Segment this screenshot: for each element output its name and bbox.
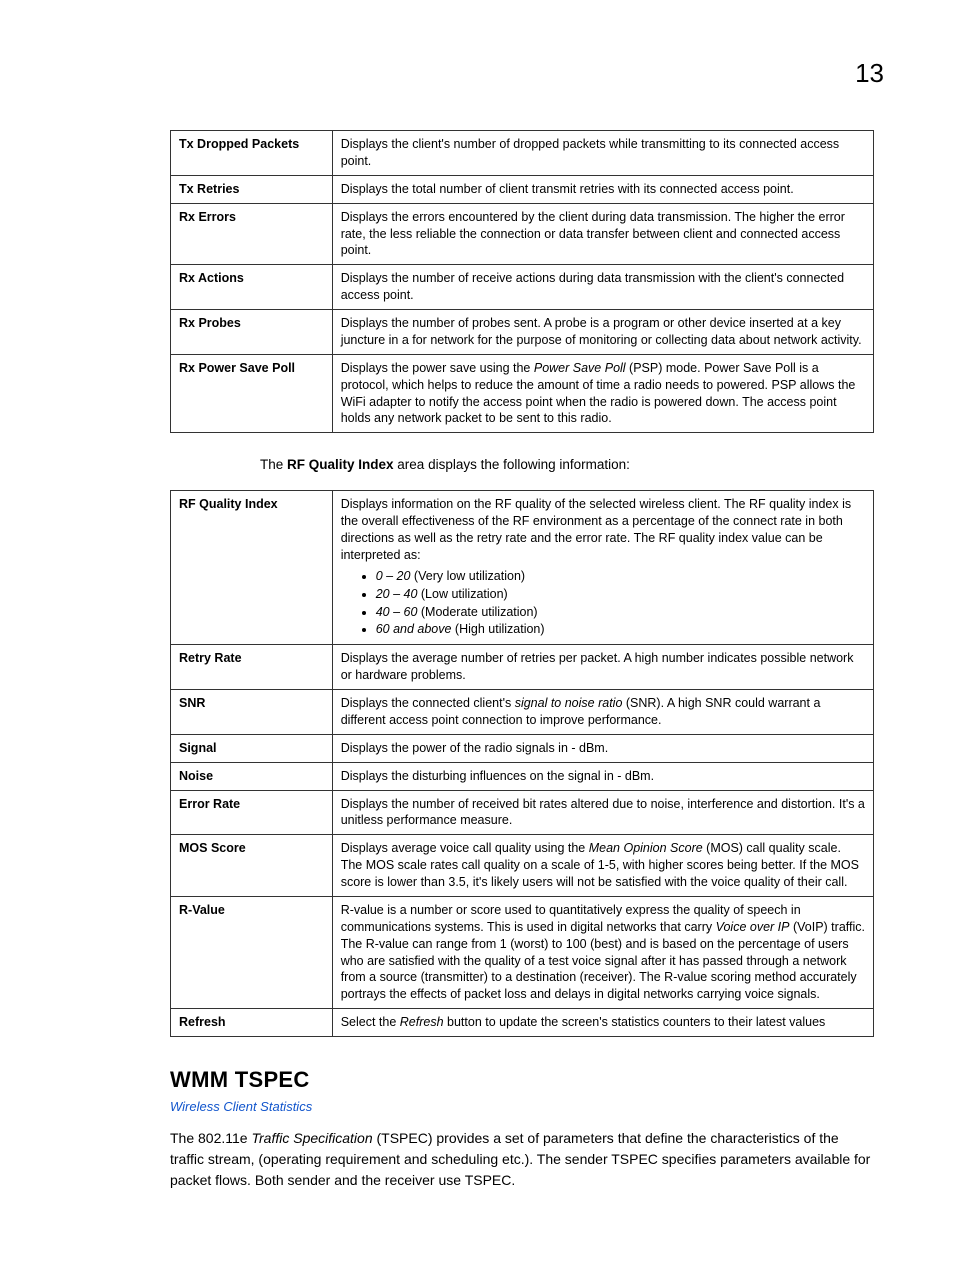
table-row: Error Rate Displays the number of receiv…: [171, 790, 874, 835]
list-item: 40 – 60 (Moderate utilization): [376, 604, 865, 621]
term-cell: Rx Power Save Poll: [171, 354, 333, 433]
term-cell: Rx Errors: [171, 203, 333, 265]
document-page: 13 Tx Dropped Packets Displays the clien…: [0, 0, 954, 1265]
desc-cell: Displays information on the RF quality o…: [332, 491, 873, 645]
table-row: Signal Displays the power of the radio s…: [171, 734, 874, 762]
table-row: Rx Power Save Poll Displays the power sa…: [171, 354, 874, 433]
label: (Moderate utilization): [417, 605, 537, 619]
table-row: Noise Displays the disturbing influences…: [171, 762, 874, 790]
label: (Low utilization): [417, 587, 507, 601]
range: 40 – 60: [376, 605, 418, 619]
table-row: SNR Displays the connected client's sign…: [171, 690, 874, 735]
intro-pre: The: [260, 457, 287, 472]
list-item: 0 – 20 (Very low utilization): [376, 568, 865, 585]
desc-cell: Select the Refresh button to update the …: [332, 1009, 873, 1037]
table-row: Rx Errors Displays the errors encountere…: [171, 203, 874, 265]
term-cell: Rx Actions: [171, 265, 333, 310]
utilization-list: 0 – 20 (Very low utilization) 20 – 40 (L…: [376, 568, 865, 639]
desc-italic: Power Save Poll: [534, 361, 626, 375]
desc-text: Displays the connected client's: [341, 696, 515, 710]
desc-text: Displays information on the RF quality o…: [341, 497, 851, 562]
intro-post: area displays the following information:: [394, 457, 630, 472]
body-italic: Traffic Specification: [251, 1130, 372, 1146]
desc-italic: signal to noise ratio: [515, 696, 623, 710]
desc-cell: Displays the connected client's signal t…: [332, 690, 873, 735]
table-row: MOS Score Displays average voice call qu…: [171, 835, 874, 897]
desc-cell: Displays the disturbing influences on th…: [332, 762, 873, 790]
term-cell: Refresh: [171, 1009, 333, 1037]
desc-text: Displays average voice call quality usin…: [341, 841, 589, 855]
table-row: Tx Dropped Packets Displays the client's…: [171, 131, 874, 176]
section-heading: WMM TSPEC: [170, 1067, 874, 1093]
desc-cell: Displays average voice call quality usin…: [332, 835, 873, 897]
table-row: Refresh Select the Refresh button to upd…: [171, 1009, 874, 1037]
traffic-stats-table: Tx Dropped Packets Displays the client's…: [170, 130, 874, 433]
desc-italic: Mean Opinion Score: [589, 841, 703, 855]
table-row: Rx Actions Displays the number of receiv…: [171, 265, 874, 310]
body-pre: The 802.11e: [170, 1130, 251, 1146]
desc-text: Select the: [341, 1015, 400, 1029]
table-row: Retry Rate Displays the average number o…: [171, 645, 874, 690]
list-item: 20 – 40 (Low utilization): [376, 586, 865, 603]
desc-cell: R-value is a number or score used to qua…: [332, 896, 873, 1008]
term-cell: SNR: [171, 690, 333, 735]
term-cell: Signal: [171, 734, 333, 762]
term-cell: R-Value: [171, 896, 333, 1008]
term-cell: MOS Score: [171, 835, 333, 897]
desc-cell: Displays the average number of retries p…: [332, 645, 873, 690]
table-row: R-Value R-value is a number or score use…: [171, 896, 874, 1008]
section-subtitle: Wireless Client Statistics: [170, 1099, 874, 1114]
desc-cell: Displays the power save using the Power …: [332, 354, 873, 433]
table-row: Rx Probes Displays the number of probes …: [171, 310, 874, 355]
term-cell: Rx Probes: [171, 310, 333, 355]
desc-cell: Displays the number of receive actions d…: [332, 265, 873, 310]
desc-cell: Displays the total number of client tran…: [332, 175, 873, 203]
intro-bold: RF Quality Index: [287, 457, 394, 472]
term-cell: Retry Rate: [171, 645, 333, 690]
desc-cell: Displays the errors encountered by the c…: [332, 203, 873, 265]
desc-cell: Displays the number of received bit rate…: [332, 790, 873, 835]
desc-cell: Displays the number of probes sent. A pr…: [332, 310, 873, 355]
page-content: Tx Dropped Packets Displays the client's…: [170, 130, 874, 1191]
range: 60 and above: [376, 622, 452, 636]
page-number: 13: [855, 58, 884, 89]
section-body: The 802.11e Traffic Specification (TSPEC…: [170, 1128, 874, 1191]
label: (High utilization): [451, 622, 544, 636]
rf-quality-table: RF Quality Index Displays information on…: [170, 490, 874, 1037]
term-cell: Tx Dropped Packets: [171, 131, 333, 176]
label: (Very low utilization): [410, 569, 525, 583]
desc-text: button to update the screen's statistics…: [444, 1015, 826, 1029]
desc-cell: Displays the client's number of dropped …: [332, 131, 873, 176]
term-cell: RF Quality Index: [171, 491, 333, 645]
term-cell: Tx Retries: [171, 175, 333, 203]
desc-italic: Refresh: [400, 1015, 444, 1029]
desc-italic: Voice over IP: [716, 920, 790, 934]
term-cell: Error Rate: [171, 790, 333, 835]
term-cell: Noise: [171, 762, 333, 790]
desc-cell: Displays the power of the radio signals …: [332, 734, 873, 762]
range: 0 – 20: [376, 569, 411, 583]
table-row: RF Quality Index Displays information on…: [171, 491, 874, 645]
section-intro: The RF Quality Index area displays the f…: [260, 457, 874, 472]
range: 20 – 40: [376, 587, 418, 601]
table-row: Tx Retries Displays the total number of …: [171, 175, 874, 203]
list-item: 60 and above (High utilization): [376, 621, 865, 638]
desc-text: Displays the power save using the: [341, 361, 534, 375]
